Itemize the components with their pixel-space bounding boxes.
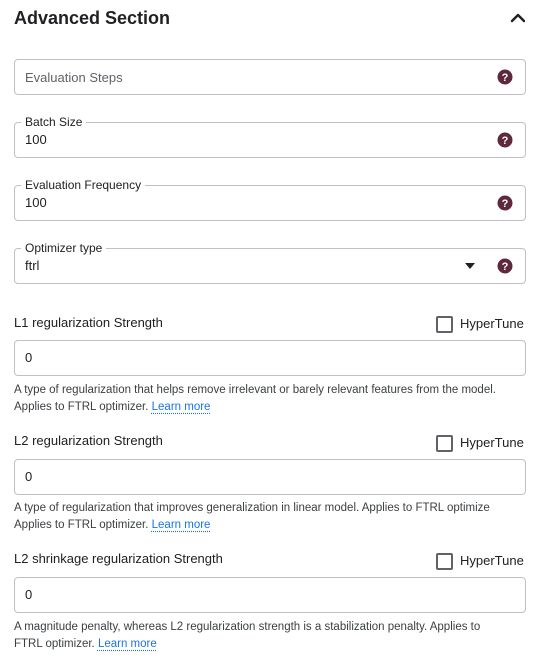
l1-description-line1: A type of regularization that helps remo… [14, 384, 496, 396]
l2-shrinkage-regularization-label: L2 shrinkage regularization Strength [14, 551, 223, 566]
evaluation-frequency-input[interactable]: Evaluation Frequency 100 ? [14, 177, 526, 221]
section-title: Advanced Section [14, 8, 171, 28]
batch-size-input[interactable]: Batch Size 100 ? [14, 114, 526, 158]
l1-regularization-description: A type of regularization that helps remo… [14, 382, 534, 416]
svg-text:?: ? [502, 261, 509, 273]
dropdown-arrow-icon[interactable] [465, 263, 475, 269]
l2-hypertune-label: HyperTune [460, 435, 524, 450]
evaluation-steps-input[interactable]: Evaluation Steps ? [14, 59, 526, 95]
l2-regularization-value: 0 [25, 469, 33, 484]
help-icon[interactable]: ? [497, 258, 513, 274]
evaluation-steps-placeholder: Evaluation Steps [25, 70, 123, 85]
l2-shrinkage-regularization-value: 0 [25, 587, 33, 602]
l2-shrinkage-hypertune-label: HyperTune [460, 553, 524, 568]
l2-shrinkage-regularization-description: A magnitude penalty, whereas L2 regulari… [14, 619, 534, 653]
help-icon[interactable]: ? [497, 132, 513, 148]
evaluation-frequency-value: 100 [25, 195, 47, 210]
l2-shrinkage-description-line2: FTRL optimizer. [14, 638, 95, 650]
help-icon[interactable]: ? [497, 195, 513, 211]
l1-hypertune-label: HyperTune [460, 316, 524, 331]
l2-learn-more-link[interactable]: Learn more [152, 519, 211, 531]
l2-regularization-description: A type of regularization that improves g… [14, 500, 534, 534]
batch-size-value: 100 [25, 132, 47, 147]
l1-regularization-input[interactable]: 0 [14, 340, 526, 376]
l2-shrinkage-learn-more-link[interactable]: Learn more [98, 638, 157, 650]
l2-shrinkage-regularization-input[interactable]: 0 [14, 577, 526, 613]
l2-description-line2: Applies to FTRL optimizer. [14, 519, 149, 531]
l1-hypertune-checkbox[interactable] [436, 316, 453, 333]
l1-regularization-value: 0 [25, 350, 33, 365]
l2-regularization-label: L2 regularization Strength [14, 433, 163, 448]
svg-text:?: ? [502, 135, 509, 147]
l2-hypertune-checkbox[interactable] [436, 435, 453, 452]
svg-text:?: ? [502, 72, 509, 84]
help-icon[interactable]: ? [497, 69, 513, 85]
svg-text:?: ? [502, 198, 509, 210]
section-header: Advanced Section [14, 0, 530, 40]
l2-shrinkage-description-line1: A magnitude penalty, whereas L2 regulari… [14, 621, 481, 633]
batch-size-label: Batch Size [21, 114, 87, 130]
l1-learn-more-link[interactable]: Learn more [152, 401, 211, 413]
evaluation-frequency-label: Evaluation Frequency [21, 177, 146, 193]
l2-description-line1: A type of regularization that improves g… [14, 502, 490, 514]
l1-regularization-label: L1 regularization Strength [14, 315, 163, 330]
optimizer-type-value: ftrl [25, 258, 40, 273]
chevron-up-icon[interactable] [506, 6, 530, 30]
optimizer-type-label: Optimizer type [21, 240, 107, 256]
l1-description-line2: Applies to FTRL optimizer. [14, 401, 149, 413]
optimizer-type-select[interactable]: Optimizer type ftrl ? [14, 240, 526, 284]
l2-regularization-input[interactable]: 0 [14, 459, 526, 495]
l2-shrinkage-hypertune-checkbox[interactable] [436, 553, 453, 570]
